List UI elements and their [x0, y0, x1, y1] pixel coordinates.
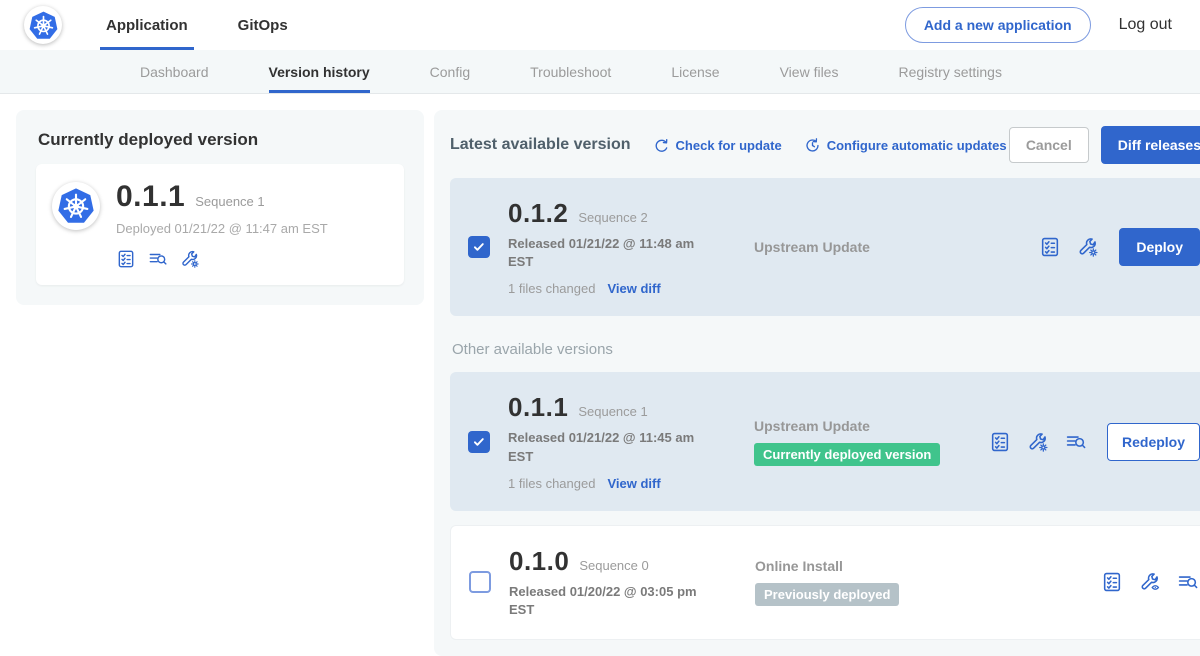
subnav-item-registry-settings[interactable]: Registry settings [898, 50, 1001, 93]
configure-automatic-updates-label: Configure automatic updates [827, 138, 1007, 153]
top-nav-tabs: Application GitOps [100, 0, 332, 50]
preflight-checks-icon[interactable] [1039, 236, 1061, 258]
add-new-application-button[interactable]: Add a new application [905, 7, 1091, 43]
deployed-version-actions [116, 249, 328, 269]
preflight-checks-icon[interactable] [1101, 571, 1123, 593]
view-diff-link[interactable]: View diff [607, 281, 660, 296]
kubernetes-logo-icon [24, 6, 62, 44]
files-changed-label: 1 files changed [508, 281, 595, 296]
deployed-sequence-label: Sequence 1 [195, 194, 264, 209]
preflight-checks-icon[interactable] [116, 249, 136, 269]
available-versions-panel: Latest available version Check for updat… [434, 110, 1200, 656]
deploy-logs-icon[interactable] [148, 249, 168, 269]
version-source: Upstream Update [754, 239, 989, 255]
version-actions: Redeploy [989, 423, 1200, 461]
check-for-update-label: Check for update [676, 138, 782, 153]
subnav-item-troubleshoot[interactable]: Troubleshoot [530, 50, 611, 93]
subnav-item-license[interactable]: License [671, 50, 719, 93]
version-number: 0.1.2 [508, 198, 568, 229]
deployed-version-info: 0.1.1 Sequence 1 Deployed 01/21/22 @ 11:… [116, 180, 328, 269]
diff-releases-button[interactable]: Diff releases [1101, 126, 1200, 164]
app-sub-nav: Dashboard Version history Config Trouble… [0, 50, 1200, 94]
deploy-button[interactable]: Deploy [1119, 228, 1200, 266]
version-number: 0.1.1 [508, 392, 568, 423]
subnav-item-version-history[interactable]: Version history [269, 50, 370, 93]
version-card-0-1-0: 0.1.0 Sequence 0 Released 01/20/22 @ 03:… [450, 525, 1200, 640]
source-label: Online Install [755, 558, 990, 574]
checkmark-icon [472, 240, 486, 254]
currently-deployed-panel: Currently deployed version 0.1.1 Sequenc… [16, 110, 424, 305]
version-source: Online Install Previously deployed [755, 558, 990, 606]
currently-deployed-title: Currently deployed version [38, 130, 404, 150]
version-0-1-1-checkbox[interactable] [468, 431, 490, 453]
subnav-item-view-files[interactable]: View files [780, 50, 839, 93]
sequence-label: Sequence 0 [579, 558, 648, 573]
checkmark-icon [472, 435, 486, 449]
configure-automatic-updates-link[interactable]: Configure automatic updates [804, 137, 1007, 154]
logout-button[interactable]: Log out [1119, 16, 1172, 34]
check-for-update-link[interactable]: Check for update [653, 137, 782, 154]
version-actions [1101, 571, 1199, 593]
top-nav: Application GitOps Add a new application… [0, 0, 1200, 50]
version-info: 0.1.1 Sequence 1 Released 01/21/22 @ 11:… [508, 392, 726, 490]
deployed-timestamp: Deployed 01/21/22 @ 11:47 am EST [116, 221, 328, 236]
view-config-icon[interactable] [1139, 571, 1161, 593]
previously-deployed-badge: Previously deployed [755, 583, 899, 606]
cancel-button[interactable]: Cancel [1009, 127, 1089, 163]
currently-deployed-badge: Currently deployed version [754, 443, 940, 466]
updates-header: Latest available version Check for updat… [450, 126, 1200, 164]
subnav-item-dashboard[interactable]: Dashboard [140, 50, 209, 93]
redeploy-button[interactable]: Redeploy [1107, 423, 1200, 461]
version-source: Upstream Update Currently deployed versi… [754, 418, 989, 466]
edit-config-icon[interactable] [1077, 236, 1099, 258]
released-timestamp: Released 01/20/22 @ 03:05 pm EST [509, 583, 709, 619]
other-available-versions-title: Other available versions [452, 341, 1200, 358]
version-0-1-0-checkbox[interactable] [469, 571, 491, 593]
sequence-label: Sequence 2 [578, 210, 647, 225]
refresh-icon [653, 137, 670, 154]
source-label: Upstream Update [754, 418, 989, 434]
sequence-label: Sequence 1 [578, 404, 647, 419]
latest-available-title: Latest available version [450, 136, 631, 154]
deploy-logs-icon[interactable] [1177, 571, 1199, 593]
version-0-1-2-checkbox[interactable] [468, 236, 490, 258]
deployed-version-number: 0.1.1 [116, 180, 185, 214]
version-card-0-1-2: 0.1.2 Sequence 2 Released 01/21/22 @ 11:… [450, 178, 1200, 316]
version-actions: Deploy [1039, 228, 1200, 266]
view-diff-link[interactable]: View diff [607, 476, 660, 491]
tab-application[interactable]: Application [100, 0, 194, 50]
version-card-0-1-1: 0.1.1 Sequence 1 Released 01/21/22 @ 11:… [450, 372, 1200, 510]
preflight-checks-icon[interactable] [989, 431, 1011, 453]
subnav-item-config[interactable]: Config [430, 50, 470, 93]
main-content: Currently deployed version 0.1.1 Sequenc… [0, 94, 1200, 656]
deployed-version-card: 0.1.1 Sequence 1 Deployed 01/21/22 @ 11:… [36, 164, 404, 285]
edit-config-icon[interactable] [1027, 431, 1049, 453]
schedule-icon [804, 137, 821, 154]
version-info: 0.1.2 Sequence 2 Released 01/21/22 @ 11:… [508, 198, 726, 296]
released-timestamp: Released 01/21/22 @ 11:45 am EST [508, 429, 708, 465]
version-info: 0.1.0 Sequence 0 Released 01/20/22 @ 03:… [509, 546, 727, 619]
tab-gitops[interactable]: GitOps [232, 0, 294, 50]
files-changed-label: 1 files changed [508, 476, 595, 491]
source-label: Upstream Update [754, 239, 989, 255]
edit-config-icon[interactable] [180, 249, 200, 269]
deploy-logs-icon[interactable] [1065, 431, 1087, 453]
released-timestamp: Released 01/21/22 @ 11:48 am EST [508, 235, 708, 271]
version-number: 0.1.0 [509, 546, 569, 577]
app-kubernetes-icon [52, 182, 100, 230]
